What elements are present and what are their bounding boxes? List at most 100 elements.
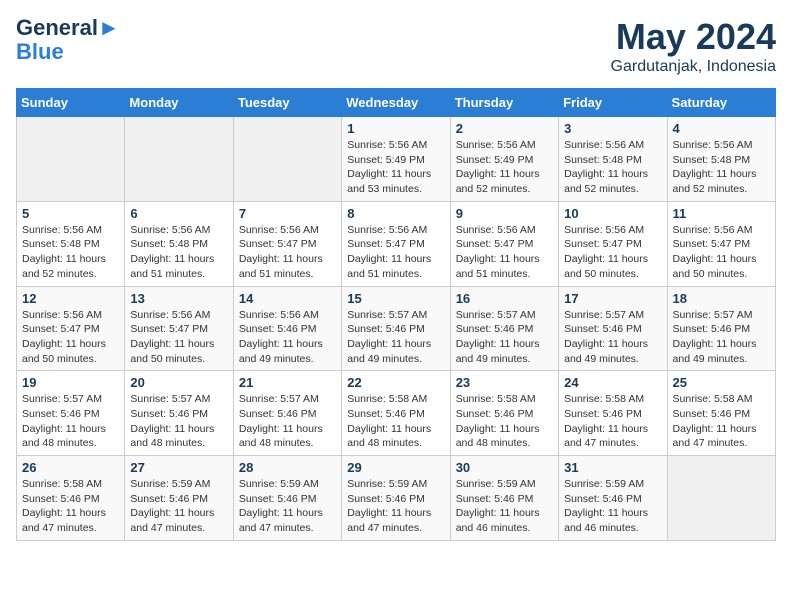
day-info: Sunrise: 5:58 AM Sunset: 5:46 PM Dayligh… bbox=[456, 392, 553, 451]
day-number: 28 bbox=[239, 460, 336, 475]
calendar-day-cell: 18Sunrise: 5:57 AM Sunset: 5:46 PM Dayli… bbox=[667, 286, 775, 371]
day-number: 25 bbox=[673, 375, 770, 390]
day-info: Sunrise: 5:58 AM Sunset: 5:46 PM Dayligh… bbox=[673, 392, 770, 451]
day-number: 26 bbox=[22, 460, 119, 475]
calendar-day-cell: 6Sunrise: 5:56 AM Sunset: 5:48 PM Daylig… bbox=[125, 201, 233, 286]
calendar-day-cell: 21Sunrise: 5:57 AM Sunset: 5:46 PM Dayli… bbox=[233, 371, 341, 456]
logo-text: General►Blue bbox=[16, 16, 120, 64]
day-info: Sunrise: 5:57 AM Sunset: 5:46 PM Dayligh… bbox=[22, 392, 119, 451]
day-number: 12 bbox=[22, 291, 119, 306]
calendar-day-cell: 23Sunrise: 5:58 AM Sunset: 5:46 PM Dayli… bbox=[450, 371, 558, 456]
day-number: 30 bbox=[456, 460, 553, 475]
calendar-day-cell: 29 Sunrise: 5:59 AM Sunset: 5:46 PM Dayli… bbox=[342, 456, 450, 541]
day-number: 20 bbox=[130, 375, 227, 390]
calendar-title: May 2024 bbox=[611, 16, 776, 58]
empty-day-cell bbox=[125, 117, 233, 202]
calendar-day-cell: 20Sunrise: 5:57 AM Sunset: 5:46 PM Dayli… bbox=[125, 371, 233, 456]
calendar-day-cell: 22 Sunrise: 5:58 AM Sunset: 5:46 PM Dayli… bbox=[342, 371, 450, 456]
day-number: 14 bbox=[239, 291, 336, 306]
weekday-header-tuesday: Tuesday bbox=[233, 89, 341, 117]
title-block: May 2024 Gardutanjak, Indonesia bbox=[611, 16, 776, 76]
day-info: Sunrise: 5:58 AM Sunset: 5:46 PM Dayligh… bbox=[347, 392, 444, 451]
day-info: Sunrise: 5:59 AM Sunset: 5:46 PM Dayligh… bbox=[564, 477, 661, 536]
calendar-day-cell: 14 Sunrise: 5:56 AM Sunset: 5:46 PM Dayli… bbox=[233, 286, 341, 371]
calendar-day-cell: 2 Sunrise: 5:56 AM Sunset: 5:49 PM Daylig… bbox=[450, 117, 558, 202]
day-number: 8 bbox=[347, 206, 444, 221]
day-number: 3 bbox=[564, 121, 661, 136]
day-number: 27 bbox=[130, 460, 227, 475]
day-info: Sunrise: 5:57 AM Sunset: 5:46 PM Dayligh… bbox=[347, 308, 444, 367]
calendar-week-row: 1Sunrise: 5:56 AM Sunset: 5:49 PM Daylig… bbox=[17, 117, 776, 202]
day-info: Sunrise: 5:58 AM Sunset: 5:46 PM Dayligh… bbox=[22, 477, 119, 536]
page-header: General►Blue May 2024 Gardutanjak, Indon… bbox=[16, 16, 776, 76]
calendar-day-cell: 28 Sunrise: 5:59 AM Sunset: 5:46 PM Dayli… bbox=[233, 456, 341, 541]
day-number: 5 bbox=[22, 206, 119, 221]
calendar-day-cell: 31Sunrise: 5:59 AM Sunset: 5:46 PM Dayli… bbox=[559, 456, 667, 541]
calendar-day-cell: 19 Sunrise: 5:57 AM Sunset: 5:46 PM Dayli… bbox=[17, 371, 125, 456]
day-number: 17 bbox=[564, 291, 661, 306]
day-info: Sunrise: 5:59 AM Sunset: 5:46 PM Dayligh… bbox=[347, 477, 444, 536]
logo: General►Blue bbox=[16, 16, 120, 64]
day-number: 18 bbox=[673, 291, 770, 306]
day-info: Sunrise: 5:59 AM Sunset: 5:46 PM Dayligh… bbox=[130, 477, 227, 536]
day-number: 22 bbox=[347, 375, 444, 390]
calendar-day-cell: 27 Sunrise: 5:59 AM Sunset: 5:46 PM Dayli… bbox=[125, 456, 233, 541]
calendar-day-cell: 13Sunrise: 5:56 AM Sunset: 5:47 PM Dayli… bbox=[125, 286, 233, 371]
calendar-day-cell: 5 Sunrise: 5:56 AM Sunset: 5:48 PM Daylig… bbox=[17, 201, 125, 286]
calendar-day-cell: 10 Sunrise: 5:56 AM Sunset: 5:47 PM Dayli… bbox=[559, 201, 667, 286]
calendar-day-cell: 12 Sunrise: 5:56 AM Sunset: 5:47 PM Dayli… bbox=[17, 286, 125, 371]
weekday-header-saturday: Saturday bbox=[667, 89, 775, 117]
day-number: 10 bbox=[564, 206, 661, 221]
empty-day-cell bbox=[17, 117, 125, 202]
day-info: Sunrise: 5:59 AM Sunset: 5:46 PM Dayligh… bbox=[239, 477, 336, 536]
calendar-day-cell: 26 Sunrise: 5:58 AM Sunset: 5:46 PM Dayli… bbox=[17, 456, 125, 541]
weekday-header-friday: Friday bbox=[559, 89, 667, 117]
day-number: 2 bbox=[456, 121, 553, 136]
day-info: Sunrise: 5:56 AM Sunset: 5:48 PM Dayligh… bbox=[673, 138, 770, 197]
calendar-day-cell: 9 Sunrise: 5:56 AM Sunset: 5:47 PM Daylig… bbox=[450, 201, 558, 286]
calendar-day-cell: 1Sunrise: 5:56 AM Sunset: 5:49 PM Daylig… bbox=[342, 117, 450, 202]
day-number: 9 bbox=[456, 206, 553, 221]
calendar-week-row: 5 Sunrise: 5:56 AM Sunset: 5:48 PM Daylig… bbox=[17, 201, 776, 286]
day-info: Sunrise: 5:56 AM Sunset: 5:47 PM Dayligh… bbox=[347, 223, 444, 282]
day-info: Sunrise: 5:56 AM Sunset: 5:47 PM Dayligh… bbox=[22, 308, 119, 367]
day-info: Sunrise: 5:56 AM Sunset: 5:47 PM Dayligh… bbox=[456, 223, 553, 282]
weekday-header-wednesday: Wednesday bbox=[342, 89, 450, 117]
empty-day-cell bbox=[667, 456, 775, 541]
calendar-day-cell: 8 Sunrise: 5:56 AM Sunset: 5:47 PM Daylig… bbox=[342, 201, 450, 286]
calendar-day-cell: 16Sunrise: 5:57 AM Sunset: 5:46 PM Dayli… bbox=[450, 286, 558, 371]
calendar-subtitle: Gardutanjak, Indonesia bbox=[611, 58, 776, 76]
calendar-day-cell: 15Sunrise: 5:57 AM Sunset: 5:46 PM Dayli… bbox=[342, 286, 450, 371]
day-number: 19 bbox=[22, 375, 119, 390]
empty-day-cell bbox=[233, 117, 341, 202]
day-number: 6 bbox=[130, 206, 227, 221]
calendar-day-cell: 17 Sunrise: 5:57 AM Sunset: 5:46 PM Dayli… bbox=[559, 286, 667, 371]
weekday-header-thursday: Thursday bbox=[450, 89, 558, 117]
day-info: Sunrise: 5:57 AM Sunset: 5:46 PM Dayligh… bbox=[456, 308, 553, 367]
calendar-day-cell: 3Sunrise: 5:56 AM Sunset: 5:48 PM Daylig… bbox=[559, 117, 667, 202]
day-info: Sunrise: 5:56 AM Sunset: 5:49 PM Dayligh… bbox=[347, 138, 444, 197]
day-number: 21 bbox=[239, 375, 336, 390]
weekday-header-sunday: Sunday bbox=[17, 89, 125, 117]
calendar-day-cell: 25 Sunrise: 5:58 AM Sunset: 5:46 PM Dayli… bbox=[667, 371, 775, 456]
calendar-day-cell: 30 Sunrise: 5:59 AM Sunset: 5:46 PM Dayli… bbox=[450, 456, 558, 541]
day-info: Sunrise: 5:56 AM Sunset: 5:46 PM Dayligh… bbox=[239, 308, 336, 367]
day-info: Sunrise: 5:56 AM Sunset: 5:47 PM Dayligh… bbox=[564, 223, 661, 282]
day-info: Sunrise: 5:56 AM Sunset: 5:47 PM Dayligh… bbox=[673, 223, 770, 282]
day-info: Sunrise: 5:57 AM Sunset: 5:46 PM Dayligh… bbox=[564, 308, 661, 367]
day-info: Sunrise: 5:56 AM Sunset: 5:48 PM Dayligh… bbox=[22, 223, 119, 282]
day-number: 29 bbox=[347, 460, 444, 475]
calendar-table: SundayMondayTuesdayWednesdayThursdayFrid… bbox=[16, 88, 776, 541]
calendar-day-cell: 7Sunrise: 5:56 AM Sunset: 5:47 PM Daylig… bbox=[233, 201, 341, 286]
day-info: Sunrise: 5:58 AM Sunset: 5:46 PM Dayligh… bbox=[564, 392, 661, 451]
calendar-week-row: 12 Sunrise: 5:56 AM Sunset: 5:47 PM Dayli… bbox=[17, 286, 776, 371]
day-info: Sunrise: 5:56 AM Sunset: 5:49 PM Dayligh… bbox=[456, 138, 553, 197]
calendar-day-cell: 4Sunrise: 5:56 AM Sunset: 5:48 PM Daylig… bbox=[667, 117, 775, 202]
day-info: Sunrise: 5:56 AM Sunset: 5:47 PM Dayligh… bbox=[130, 308, 227, 367]
day-info: Sunrise: 5:59 AM Sunset: 5:46 PM Dayligh… bbox=[456, 477, 553, 536]
calendar-week-row: 26 Sunrise: 5:58 AM Sunset: 5:46 PM Dayli… bbox=[17, 456, 776, 541]
calendar-day-cell: 24 Sunrise: 5:58 AM Sunset: 5:46 PM Dayli… bbox=[559, 371, 667, 456]
calendar-week-row: 19 Sunrise: 5:57 AM Sunset: 5:46 PM Dayli… bbox=[17, 371, 776, 456]
day-number: 24 bbox=[564, 375, 661, 390]
calendar-day-cell: 11Sunrise: 5:56 AM Sunset: 5:47 PM Dayli… bbox=[667, 201, 775, 286]
